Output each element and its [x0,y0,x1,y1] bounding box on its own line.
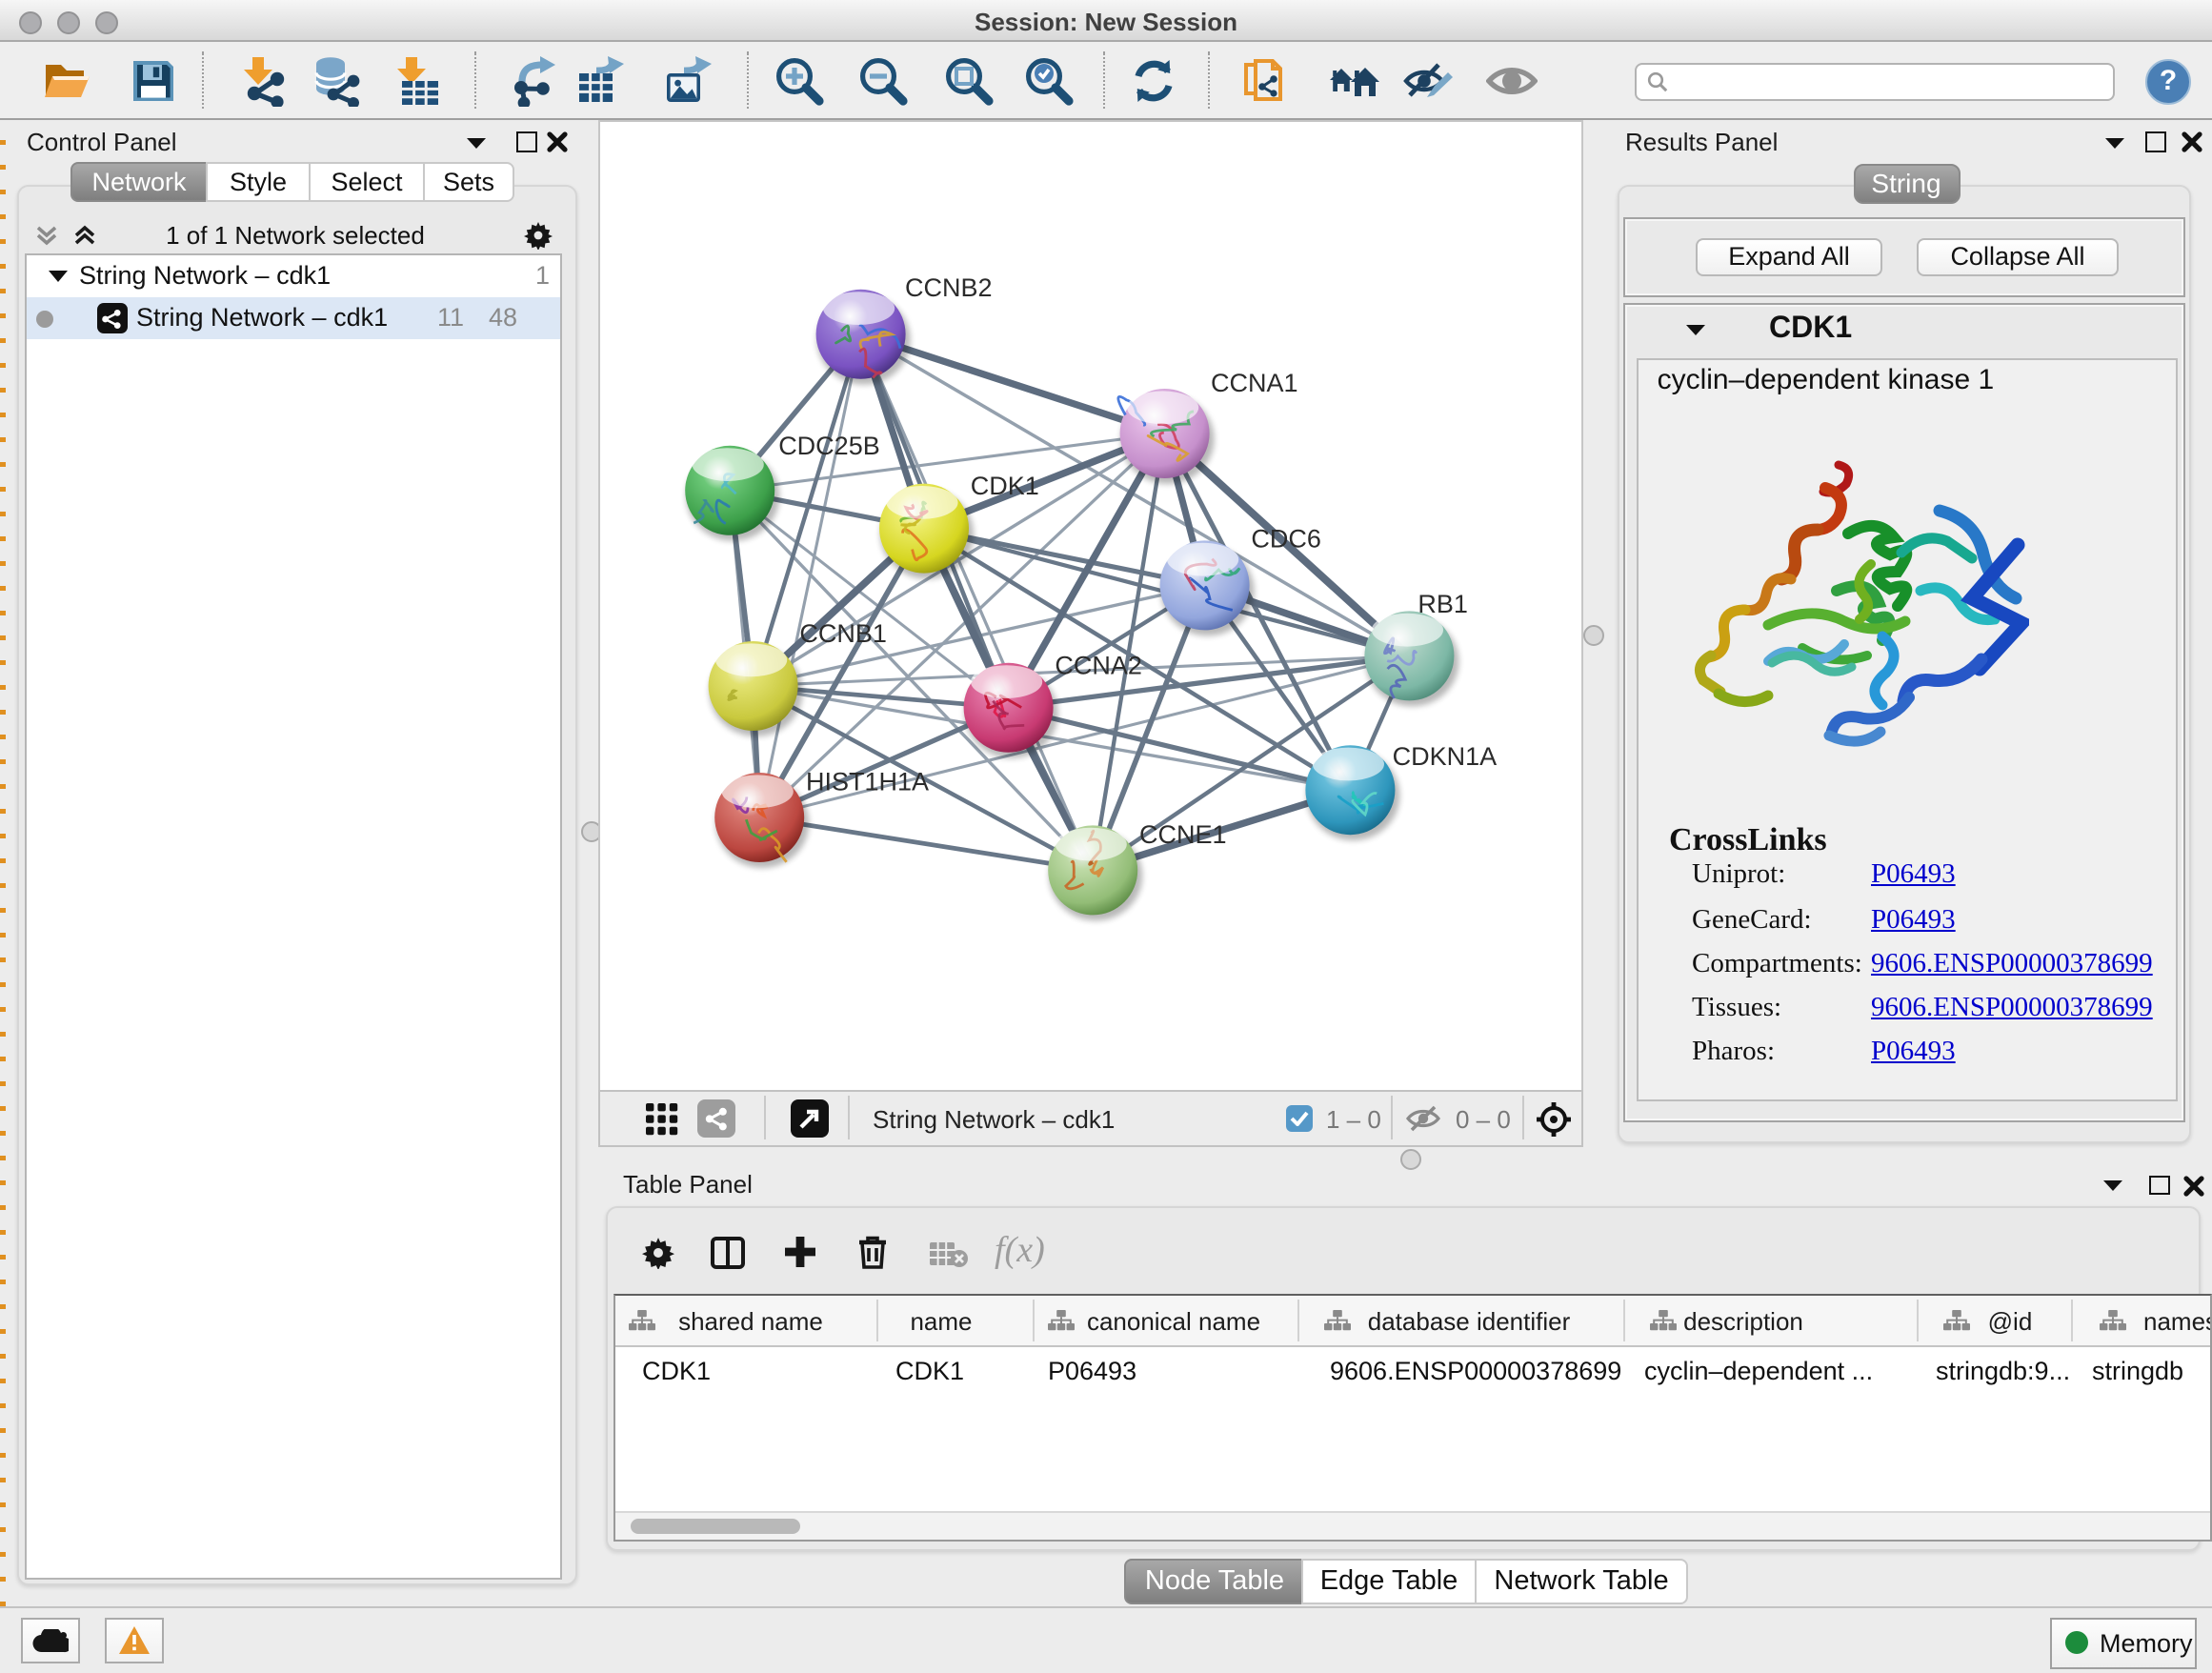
svg-text:CCNE1: CCNE1 [1139,820,1227,849]
svg-text:RB1: RB1 [1418,590,1468,618]
svg-text:CDK1: CDK1 [971,472,1039,500]
svg-text:CCNB2: CCNB2 [905,273,993,302]
svg-text:CCNA2: CCNA2 [1055,652,1142,680]
svg-text:CDC25B: CDC25B [778,432,880,460]
svg-text:CDKN1A: CDKN1A [1393,742,1498,771]
svg-text:CCNA1: CCNA1 [1211,369,1298,397]
svg-text:CDC6: CDC6 [1251,525,1321,554]
svg-text:CCNB1: CCNB1 [799,619,887,648]
svg-text:HIST1H1A: HIST1H1A [806,767,929,796]
